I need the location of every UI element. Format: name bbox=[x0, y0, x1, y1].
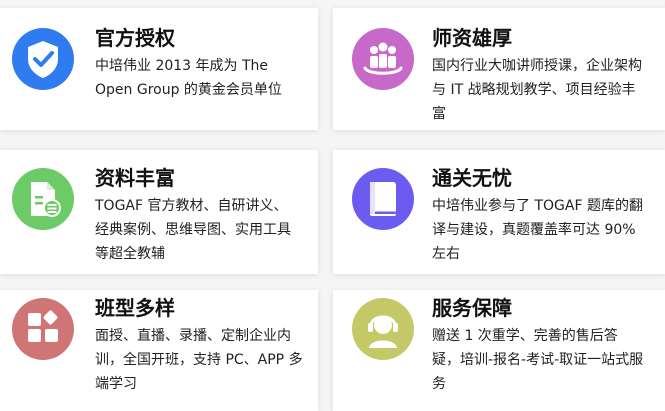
card-title: 官方授权 bbox=[95, 26, 175, 50]
grid-blocks-icon bbox=[12, 298, 74, 360]
card-description: TOGAF 官方教材、自研讲义、经典案例、思维导图、实用工具等超全教辅 bbox=[95, 198, 291, 262]
feature-card-rich-materials: 资料丰富 TOGAF 官方教材、自研讲义、经典案例、思维导图、实用工具等超全教辅 bbox=[0, 150, 318, 274]
card-title: 服务保障 bbox=[432, 296, 512, 320]
card-description: 赠送 1 次重学、完善的售后答疑，培训-报名-考试-取证一站式服务 bbox=[432, 328, 644, 392]
feature-card-service-guarantee: 服务保障 赠送 1 次重学、完善的售后答疑，培训-报名-考试-取证一站式服务 bbox=[333, 290, 665, 411]
card-description: 国内行业大咖讲师授课，企业架构与 IT 战略规划教学、项目经验丰富 bbox=[432, 58, 642, 122]
feature-card-diverse-classes: 班型多样 面授、直播、录播、定制企业内训，全国开班，支持 PC、APP 多端学习 bbox=[0, 290, 318, 411]
card-title: 班型多样 bbox=[95, 296, 175, 320]
shield-check-icon bbox=[12, 28, 74, 90]
feature-card-strong-faculty: 师资雄厚 国内行业大咖讲师授课，企业架构与 IT 战略规划教学、项目经验丰富 bbox=[333, 8, 665, 130]
book-icon bbox=[352, 168, 414, 230]
group-people-icon bbox=[352, 28, 414, 90]
document-stack-icon bbox=[12, 168, 74, 230]
headset-support-icon bbox=[352, 298, 414, 360]
feature-card-official-authorization: 官方授权 中培伟业 2013 年成为 The Open Group 的黄金会员单… bbox=[0, 8, 318, 130]
card-title: 通关无忧 bbox=[432, 166, 512, 190]
card-description: 中培伟业参与了 TOGAF 题库的翻译与建设，真题覆盖率可达 90%左右 bbox=[432, 198, 643, 262]
feature-card-pass-guarantee: 通关无忧 中培伟业参与了 TOGAF 题库的翻译与建设，真题覆盖率可达 90%左… bbox=[333, 150, 665, 274]
card-description: 中培伟业 2013 年成为 The Open Group 的黄金会员单位 bbox=[95, 58, 282, 98]
card-title: 师资雄厚 bbox=[432, 26, 512, 50]
card-description: 面授、直播、录播、定制企业内训，全国开班，支持 PC、APP 多端学习 bbox=[95, 328, 303, 392]
card-title: 资料丰富 bbox=[95, 166, 175, 190]
